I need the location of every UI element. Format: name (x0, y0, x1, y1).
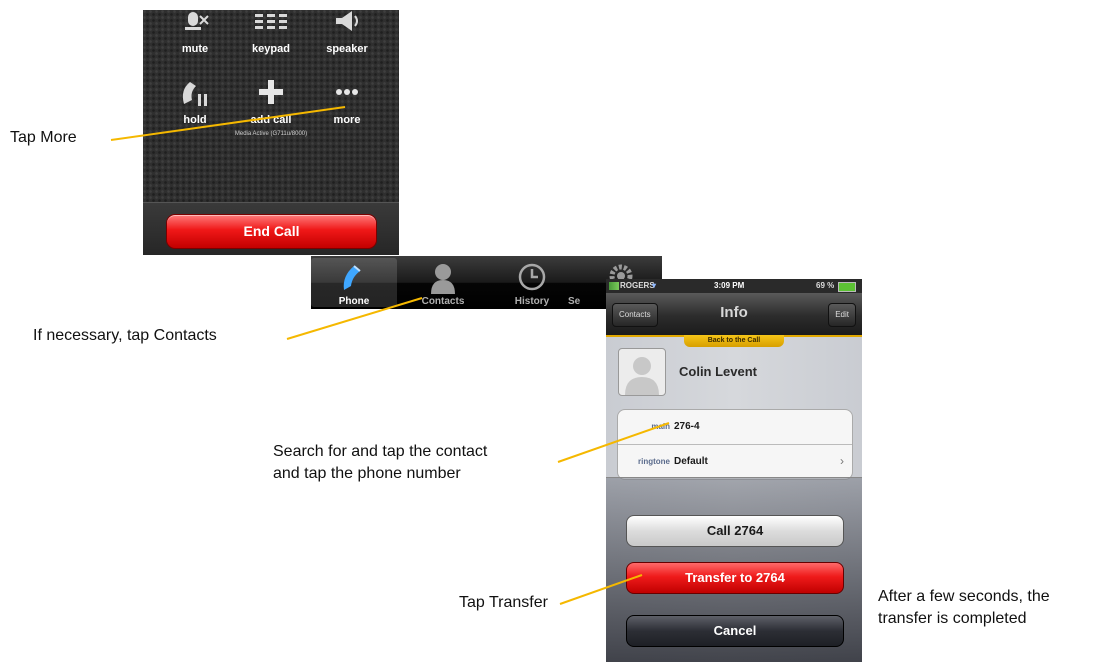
caption-tap-transfer: Tap Transfer (459, 594, 548, 611)
callout-line-transfer (559, 574, 643, 605)
caption-completed-line2: transfer is completed (878, 610, 1027, 627)
callout-line-contacts (286, 297, 423, 340)
caption-tap-more: Tap More (10, 129, 77, 146)
callout-line-phone-number (557, 422, 670, 463)
caption-completed-line1: After a few seconds, the (878, 588, 1050, 605)
caption-tap-contacts: If necessary, tap Contacts (33, 327, 217, 344)
callout-line-more (110, 106, 346, 141)
caption-search-line1: Search for and tap the contact (273, 443, 488, 460)
caption-search-line2: and tap the phone number (273, 465, 461, 482)
